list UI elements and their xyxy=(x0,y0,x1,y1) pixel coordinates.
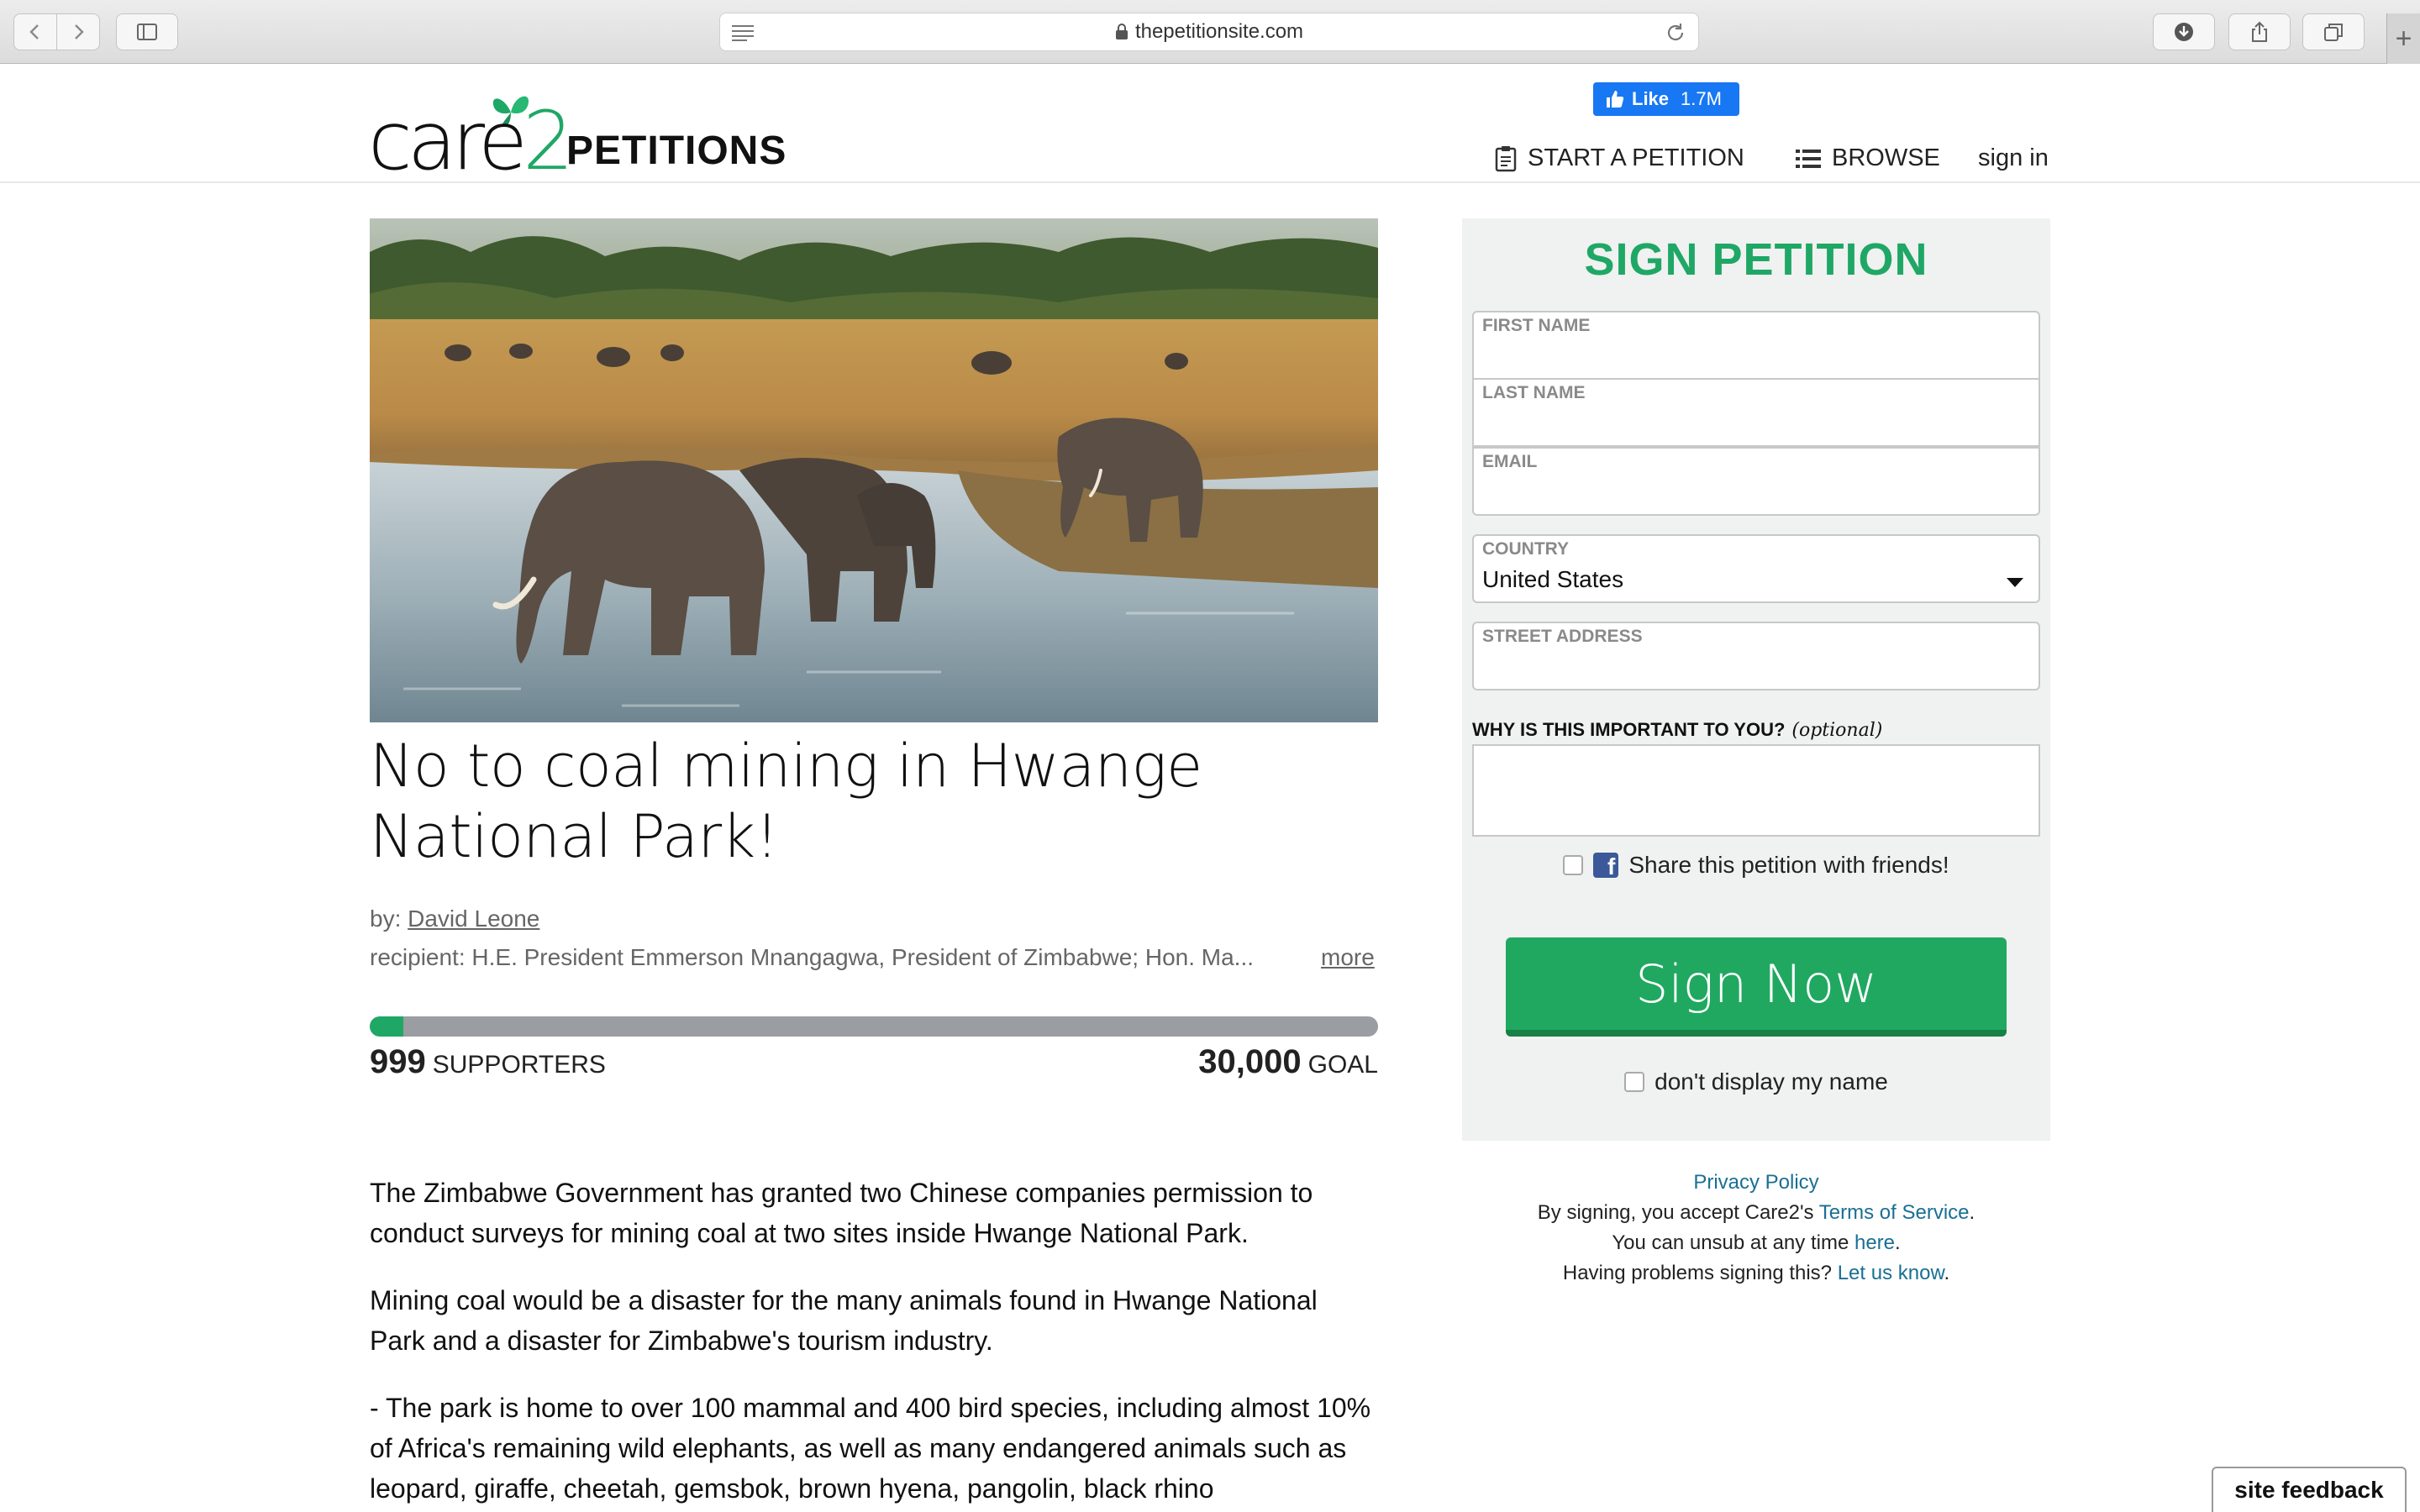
url-text: thepetitionsite.com xyxy=(1134,20,1304,43)
body-paragraph: Mining coal would be a disaster for the … xyxy=(370,1285,1318,1356)
terms-of-service-link[interactable]: Terms of Service xyxy=(1819,1201,1970,1224)
site-header: care2 PETITIONS Like 1.7M START A PETITI… xyxy=(0,64,2420,183)
legal-notice: Privacy Policy By signing, you accept Ca… xyxy=(1537,1171,1975,1284)
thumbs-up-icon xyxy=(1607,91,1624,108)
logo-petitions-text: PETITIONS xyxy=(566,129,787,173)
country-label: COUNTRY xyxy=(1482,539,1570,559)
sidebar-icon xyxy=(137,24,157,40)
let-us-know-link[interactable]: Let us know xyxy=(1838,1262,1944,1284)
facebook-like-button[interactable]: Like 1.7M xyxy=(1593,82,1739,116)
downloads-button[interactable] xyxy=(2153,13,2215,50)
country-value: United States xyxy=(1482,566,1624,592)
petition-byline: by: David Leone xyxy=(370,906,539,932)
share-icon xyxy=(2252,21,2267,42)
unsub-here-link[interactable]: here xyxy=(1854,1231,1895,1254)
logo-wordmark: care2 xyxy=(368,94,574,188)
download-icon xyxy=(2175,23,2193,41)
sidebar-toggle-button[interactable] xyxy=(116,13,178,50)
country-select[interactable]: COUNTRY United States xyxy=(1472,534,2040,603)
facebook-icon: f xyxy=(1593,853,1619,879)
privacy-policy-link[interactable]: Privacy Policy xyxy=(1693,1171,1818,1194)
why-important-textarea[interactable] xyxy=(1472,744,2040,837)
goal-label: GOAL xyxy=(1307,1051,1378,1079)
email-field[interactable]: EMAIL xyxy=(1472,447,2040,516)
chevron-right-icon xyxy=(75,24,84,39)
accept-text: By signing, you accept Care2's xyxy=(1537,1201,1814,1224)
tabs-icon xyxy=(2324,24,2343,41)
byline-label: by: xyxy=(370,906,402,932)
nav-browse[interactable]: BROWSE xyxy=(1795,144,1940,172)
reader-icon[interactable] xyxy=(730,24,755,42)
petition-body: The Zimbabwe Government has granted two … xyxy=(370,1173,1378,1512)
goal-number: 30,000 xyxy=(1198,1043,1302,1080)
nav-browse-label: BROWSE xyxy=(1832,144,1940,171)
share-with-friends: f Share this petition with friends! xyxy=(1462,852,2050,879)
street-address-label: STREET ADDRESS xyxy=(1482,627,1643,646)
first-name-field[interactable]: FIRST NAME xyxy=(1472,311,2040,380)
body-paragraph: The Zimbabwe Government has granted two … xyxy=(370,1178,1313,1248)
share-button[interactable] xyxy=(2228,13,2291,50)
nav-start-petition[interactable]: START A PETITION xyxy=(1494,144,1744,172)
sign-petition-heading: SIGN PETITION xyxy=(1584,234,1928,285)
list-icon xyxy=(1796,149,1821,168)
supporters-number: 999 xyxy=(370,1043,426,1080)
petition-title: No to coal mining in Hwange National Par… xyxy=(370,732,1202,871)
problems-text: Having problems signing this? xyxy=(1562,1262,1833,1284)
sign-now-button[interactable]: Sign Now xyxy=(1506,937,2007,1037)
sign-petition-panel: SIGN PETITION FIRST NAME LAST NAME EMAIL… xyxy=(1462,218,2050,1141)
share-label: Share this petition with friends! xyxy=(1628,852,1949,878)
progress-fill xyxy=(370,1016,403,1037)
why-important-label: WHY IS THIS IMPORTANT TO YOU? (optional) xyxy=(1472,719,1883,741)
share-checkbox[interactable] xyxy=(1563,855,1584,875)
lock-icon xyxy=(1115,24,1128,39)
supporters-progress-bar xyxy=(370,1016,1378,1037)
like-count: 1.7M xyxy=(1681,88,1722,109)
petition-recipient: recipient: H.E. President Emmerson Mnang… xyxy=(370,944,1255,970)
address-bar[interactable]: thepetitionsite.com xyxy=(719,13,1699,51)
unsub-text: You can unsub at any time xyxy=(1612,1231,1849,1254)
optional-label: (optional) xyxy=(1791,720,1883,741)
site-feedback-button[interactable]: site feedback xyxy=(2212,1467,2407,1512)
care2-logo[interactable]: care2 PETITIONS xyxy=(368,92,788,181)
browser-toolbar: thepetitionsite.com + xyxy=(0,0,2420,64)
new-tab-button[interactable]: + xyxy=(2386,13,2420,64)
supporters-count: 999 SUPPORTERS xyxy=(370,1043,606,1081)
forward-button[interactable] xyxy=(56,13,100,50)
nav-sign-in[interactable]: sign in xyxy=(1978,144,2049,172)
first-name-label: FIRST NAME xyxy=(1482,316,1591,335)
tabs-overview-button[interactable] xyxy=(2302,13,2365,50)
plus-icon: + xyxy=(2395,22,2412,55)
petition-hero-image xyxy=(370,218,1378,722)
chevron-left-icon xyxy=(29,24,39,39)
nav-start-label: START A PETITION xyxy=(1528,144,1744,171)
hide-name-checkbox[interactable] xyxy=(1624,1072,1645,1092)
last-name-label: LAST NAME xyxy=(1482,383,1586,402)
email-label: EMAIL xyxy=(1482,452,1538,471)
clipboard-icon xyxy=(1495,145,1517,171)
back-button[interactable] xyxy=(13,13,57,50)
reload-icon[interactable] xyxy=(1665,22,1686,44)
body-paragraph: - The park is home to over 100 mammal an… xyxy=(370,1393,1371,1504)
street-address-field[interactable]: STREET ADDRESS xyxy=(1472,622,2040,690)
like-label: Like xyxy=(1632,88,1670,109)
recipient-more-link[interactable]: more xyxy=(1321,944,1375,971)
supporters-label: SUPPORTERS xyxy=(432,1051,606,1079)
author-link[interactable]: David Leone xyxy=(408,906,539,932)
last-name-field[interactable]: LAST NAME xyxy=(1472,378,2040,447)
caret-down-icon xyxy=(2007,578,2023,587)
hide-name-label: don't display my name xyxy=(1655,1068,1888,1095)
nav-signin-label: sign in xyxy=(1978,144,2049,171)
goal-count: 30,000 GOAL xyxy=(1126,1043,1378,1081)
hide-name-option: don't display my name xyxy=(1462,1068,2050,1095)
